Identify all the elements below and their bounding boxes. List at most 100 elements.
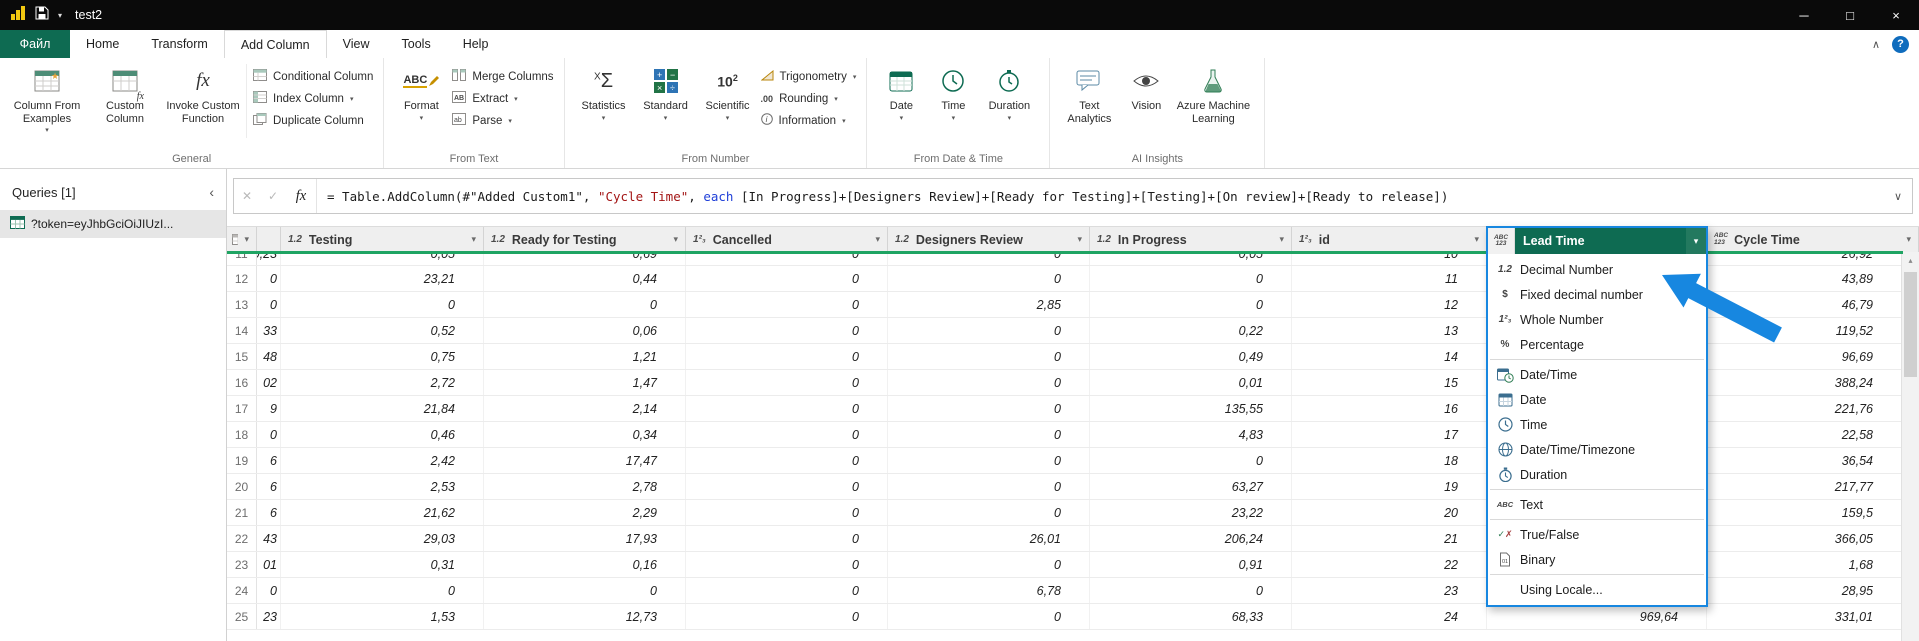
menu-item-binary[interactable]: 01Binary [1488,547,1706,572]
cell-designers[interactable]: 6,78 [888,578,1090,603]
cell-rft[interactable]: 1,47 [484,370,686,395]
cell-rft[interactable]: 1,21 [484,344,686,369]
formula-input[interactable]: = Table.AddColumn(#"Added Custom1", "Cyc… [316,179,1884,213]
cell-id[interactable]: 20 [1292,500,1487,525]
cell-testing[interactable]: 2,42 [281,448,484,473]
cell-designers[interactable]: 0 [888,266,1090,291]
tab-file[interactable]: Файл [0,30,70,58]
cell-id[interactable]: 14 [1292,344,1487,369]
cell-inprogress[interactable]: 23,22 [1090,500,1292,525]
cell-testing[interactable]: 1,53 [281,604,484,629]
duplicate-column-button[interactable]: Duplicate Column [253,113,373,128]
column-type-caret-icon[interactable]: ▾ [1686,228,1706,254]
cell-cycletime[interactable]: 388,24 [1707,370,1902,395]
cell-designers[interactable]: 0 [888,422,1090,447]
filter-icon[interactable]: ▾ [1471,234,1482,245]
column-header-in-progress[interactable]: 1.2 In Progress ▾ [1090,227,1292,253]
cell-id[interactable]: 23 [1292,578,1487,603]
cell-id[interactable]: 11 [1292,266,1487,291]
cell-cancelled[interactable]: 0 [686,292,888,317]
scroll-up-icon[interactable]: ▴ [1902,252,1919,268]
scrollbar-thumb[interactable] [1904,272,1917,377]
filter-icon[interactable]: ▾ [670,234,681,245]
tab-view[interactable]: View [327,30,386,58]
cell-cancelled[interactable]: 0 [686,396,888,421]
extract-button[interactable]: AB Extract ▾ [452,91,553,106]
cell-cancelled[interactable]: 0 [686,552,888,577]
cell-hiddencol[interactable]: 0 [257,578,281,603]
menu-item-date-time[interactable]: Date/Time [1488,362,1706,387]
cell-hiddencol[interactable]: 33 [257,318,281,343]
cell-designers[interactable]: 0 [888,448,1090,473]
cell-rft[interactable]: 2,78 [484,474,686,499]
cell-hiddencol[interactable]: 48 [257,344,281,369]
cell-hiddencol[interactable]: 6 [257,500,281,525]
row-number[interactable]: 15 [227,344,257,369]
cell-designers[interactable]: 0 [888,552,1090,577]
cell-hiddencol[interactable]: 23 [257,604,281,629]
cell-designers[interactable]: 0 [888,370,1090,395]
cell-testing[interactable]: 0,75 [281,344,484,369]
azure-machine-learning-button[interactable]: Azure Machine Learning [1172,62,1254,125]
cell-cancelled[interactable]: 0 [686,578,888,603]
column-header-id[interactable]: 1²₃ id ▾ [1292,227,1487,253]
cell-hiddencol[interactable]: 6 [257,474,281,499]
filter-icon[interactable]: ▾ [468,234,479,245]
column-header-cancelled[interactable]: 1²₃ Cancelled ▾ [686,227,888,253]
cell-testing[interactable]: 23,21 [281,266,484,291]
cell-designers[interactable]: 2,85 [888,292,1090,317]
cell-designers[interactable]: 0 [888,318,1090,343]
collapse-panel-icon[interactable]: ‹ [209,184,214,200]
cell-rft[interactable]: 0 [484,292,686,317]
row-number[interactable]: 13 [227,292,257,317]
vertical-scrollbar[interactable]: ▴ [1901,252,1919,641]
text-analytics-button[interactable]: Text Analytics [1058,62,1120,125]
cell-inprogress[interactable]: 0,01 [1090,370,1292,395]
cell-cycletime[interactable]: 28,95 [1707,578,1902,603]
rounding-button[interactable]: .00 Rounding ▾ [761,91,857,106]
table-menu-caret-icon[interactable]: ▾ [241,234,252,245]
cell-id[interactable]: 19 [1292,474,1487,499]
index-column-button[interactable]: Index Column ▾ [253,91,373,106]
cell-id[interactable]: 18 [1292,448,1487,473]
cell-cancelled[interactable]: 0 [686,422,888,447]
menu-item-duration[interactable]: Duration [1488,462,1706,487]
cell-testing[interactable]: 0 [281,578,484,603]
merge-columns-button[interactable]: Merge Columns [452,69,553,84]
information-button[interactable]: i Information ▾ [761,113,857,128]
help-icon[interactable]: ? [1892,36,1909,53]
cell-cycletime[interactable]: 217,77 [1707,474,1902,499]
cell-rft[interactable]: 2,14 [484,396,686,421]
cell-testing[interactable]: 29,03 [281,526,484,551]
menu-item-time[interactable]: Time [1488,412,1706,437]
menu-item-using-locale[interactable]: Using Locale... [1488,577,1706,602]
menu-item-true-false[interactable]: ✓✗True/False [1488,522,1706,547]
commit-icon[interactable]: ✓ [260,189,286,203]
cell-cancelled[interactable]: 0 [686,318,888,343]
row-number[interactable]: 22 [227,526,257,551]
tab-home[interactable]: Home [70,30,135,58]
row-number[interactable]: 21 [227,500,257,525]
cell-cancelled[interactable]: 0 [686,266,888,291]
duration-button[interactable]: Duration ▾ [979,62,1039,122]
cell-cancelled[interactable]: 0 [686,474,888,499]
menu-item-date-time-timezone[interactable]: Date/Time/Timezone [1488,437,1706,462]
cell-inprogress[interactable]: 206,24 [1090,526,1292,551]
date-button[interactable]: Date ▾ [875,62,927,122]
quick-access-caret-icon[interactable]: ▾ [58,11,62,20]
row-number[interactable]: 16 [227,370,257,395]
tab-add-column[interactable]: Add Column [224,30,327,59]
cell-id[interactable]: 22 [1292,552,1487,577]
cell-id[interactable]: 24 [1292,604,1487,629]
minimize-button[interactable]: ─ [1781,0,1827,30]
row-number[interactable]: 23 [227,552,257,577]
cell-inprogress[interactable]: 68,33 [1090,604,1292,629]
row-number[interactable]: 24 [227,578,257,603]
filter-icon[interactable]: ▾ [1276,234,1287,245]
cell-cycletime[interactable]: 221,76 [1707,396,1902,421]
cell-cycletime[interactable]: 331,01 [1707,604,1902,629]
cell-id[interactable]: 16 [1292,396,1487,421]
row-number[interactable]: 17 [227,396,257,421]
selected-column-header[interactable]: ABC123 Lead Time ▾ [1488,228,1706,254]
cell-rft[interactable]: 0,06 [484,318,686,343]
